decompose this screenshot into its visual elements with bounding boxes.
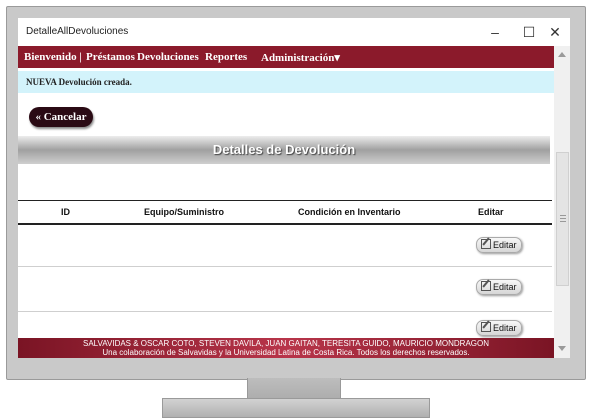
edit-button-label: Editar	[493, 282, 517, 292]
edit-button[interactable]: Editar	[476, 237, 522, 253]
browser-window: DetalleAllDevoluciones – ☐ ✕ Bienvenido …	[18, 18, 570, 358]
scrollbar-thumb[interactable]	[556, 152, 569, 286]
edit-button[interactable]: Editar	[476, 279, 522, 295]
section-banner: Detalles de Devolución	[18, 136, 550, 164]
grip-line	[560, 221, 566, 222]
column-header-condicion: Condición en Inventario	[298, 207, 401, 217]
success-notice: NUEVA Devolución creada.	[18, 71, 554, 93]
grip-line	[560, 218, 566, 219]
edit-icon	[481, 239, 491, 249]
chevron-down-icon: ▾	[334, 52, 340, 64]
minimize-icon[interactable]: –	[484, 22, 506, 42]
monitor-stand-base	[162, 398, 430, 418]
footer: SALVAVIDAS & OSCAR COTO, STEVEN DAVILA, …	[18, 338, 554, 358]
edit-button-label: Editar	[493, 240, 517, 250]
window-title: DetalleAllDevoluciones	[26, 26, 129, 37]
nav-item-administracion-label: Administración	[261, 52, 335, 64]
edit-button-label: Editar	[493, 323, 517, 333]
column-header-id: ID	[61, 207, 70, 217]
scroll-up-icon[interactable]	[558, 52, 566, 57]
column-header-equipo: Equipo/Suministro	[144, 207, 224, 217]
cancel-button[interactable]: « Cancelar	[29, 107, 93, 127]
nav-bar: Bienvenido | Préstamos Devoluciones Repo…	[18, 46, 554, 68]
edit-icon	[481, 281, 491, 291]
nav-item-prestamos[interactable]: Préstamos	[86, 51, 135, 63]
row-divider	[18, 311, 552, 312]
title-bar: DetalleAllDevoluciones – ☐ ✕	[18, 18, 570, 46]
scroll-down-icon[interactable]	[558, 346, 566, 351]
footer-credits: SALVAVIDAS & OSCAR COTO, STEVEN DAVILA, …	[83, 339, 489, 348]
table-top-border	[18, 200, 552, 201]
edit-button[interactable]: Editar	[476, 320, 522, 336]
grip-line	[560, 215, 566, 216]
column-header-editar: Editar	[478, 207, 504, 217]
close-icon[interactable]: ✕	[544, 22, 566, 42]
nav-item-reportes[interactable]: Reportes	[205, 51, 247, 63]
maximize-icon[interactable]: ☐	[518, 22, 540, 42]
footer-copyright: Una colaboración de Salvavidas y la Univ…	[102, 348, 470, 357]
nav-item-bienvenido[interactable]: Bienvenido |	[24, 51, 82, 63]
nav-item-administracion[interactable]: Administración▾	[261, 51, 340, 64]
edit-icon	[481, 322, 491, 332]
page-title: Detalles de Devolución	[212, 142, 356, 157]
nav-item-devoluciones[interactable]: Devoluciones	[137, 51, 199, 63]
vertical-scrollbar[interactable]	[554, 46, 570, 358]
row-divider	[18, 266, 552, 267]
notice-text: NUEVA Devolución creada.	[26, 77, 132, 87]
table-header-border	[18, 223, 552, 225]
